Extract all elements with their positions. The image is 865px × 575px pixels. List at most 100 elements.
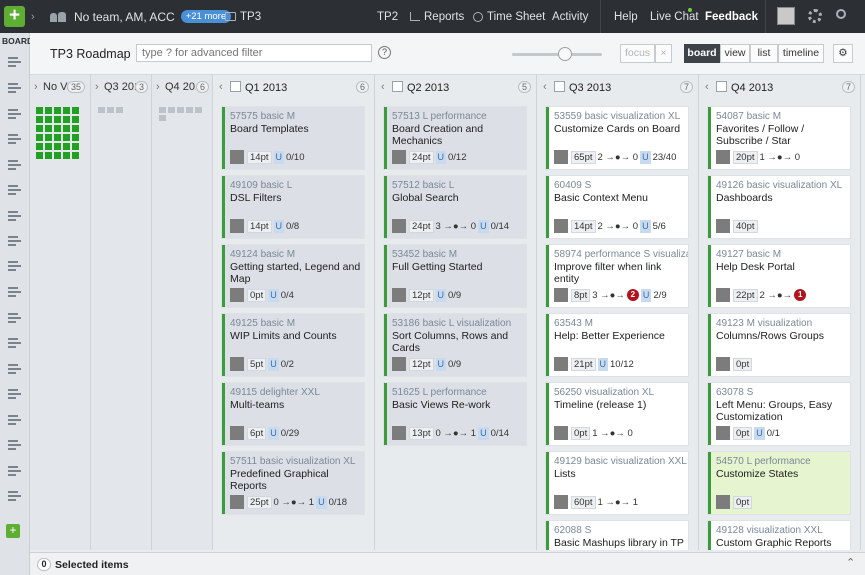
story-card[interactable]: 49128 visualization XXL Custom Graphic Re… [708,521,850,550]
column-select-checkbox[interactable] [392,81,403,92]
zoom-slider-track[interactable] [512,53,602,56]
assignee-avatar[interactable] [230,495,244,509]
view-icon[interactable] [8,185,21,195]
chevron-right-icon[interactable]: › [156,81,160,93]
view-icon[interactable] [8,440,21,450]
more-badge[interactable]: +21 more [180,10,232,23]
story-card[interactable]: 63543 M Help: Better Experience 21pt U 10/12 [546,314,688,376]
assignee-avatar[interactable] [392,357,406,371]
collapsed-column-q3[interactable]: › Q3 201 3 [91,75,152,550]
close-icon[interactable]: × [655,44,672,63]
view-timeline-button[interactable]: timeline [778,44,824,63]
story-card[interactable]: 60409 S Basic Context Menu 14pt 2 →●→ 0 U 5/6 [546,176,688,238]
story-card[interactable]: 49127 basic M Help Desk Portal 22pt 2 →●→ 1 [708,245,850,307]
focus-button[interactable]: focus [620,44,655,63]
story-card[interactable]: 49125 basic M WIP Limits and Counts 5pt U 0/… [222,314,364,376]
assignee-avatar[interactable] [230,357,244,371]
view-board-button[interactable]: board [684,44,720,63]
assignee-avatar[interactable] [554,219,568,233]
chevron-up-icon[interactable]: ⌃ [846,556,855,569]
assignee-avatar[interactable] [230,288,244,302]
assignee-avatar[interactable] [392,288,406,302]
story-card[interactable]: 49126 basic visualization XL Dashboards 40… [708,176,850,238]
story-card[interactable]: 58974 performance S visualizationImprove… [546,245,688,307]
story-card[interactable]: 53186 basic L visualization Sort Columns,… [384,314,526,376]
column-header[interactable]: › Q4 201 6 [152,75,212,99]
add-button[interactable]: + [4,6,25,27]
assignee-avatar[interactable] [230,219,244,233]
story-card[interactable]: 54570 L performance Customize States 0pt [708,452,850,514]
story-card[interactable]: 57512 basic L Global Search 24pt 3 →●→ 0 U 0/… [384,176,526,238]
live-chat-link[interactable]: Live Chat [650,0,699,33]
story-card[interactable]: 63078 S Left Menu: Groups, Easy Customiza… [708,383,850,445]
chevron-right-icon[interactable]: › [34,81,38,93]
assignee-avatar[interactable] [554,357,568,371]
assignee-avatar[interactable] [554,495,568,509]
view-icon[interactable] [8,160,21,170]
chevron-right-icon[interactable]: › [31,0,35,33]
filter-input[interactable] [136,44,372,62]
view-icon[interactable] [8,287,21,297]
view-icon[interactable] [8,313,21,323]
story-card[interactable]: 49109 basic L DSL Filters 14pt U 0/8 [222,176,364,238]
story-card[interactable]: 53559 basic visualization XL Customize Ca… [546,107,688,169]
collapsed-column-no-value[interactable]: › No Va 35 [30,75,91,550]
assignee-avatar[interactable] [716,288,730,302]
collapsed-column-q4[interactable]: › Q4 201 6 [152,75,213,550]
help-icon[interactable]: ? [378,46,391,59]
assignee-avatar[interactable] [716,495,730,509]
assignee-avatar[interactable] [230,426,244,440]
story-card[interactable]: 62088 S Basic Mashups library in TP [546,521,688,550]
user-avatar[interactable] [777,7,795,25]
view-icon[interactable] [8,261,21,271]
view-icon[interactable] [8,83,21,93]
view-icon[interactable] [8,134,21,144]
view-list-button[interactable]: list [750,44,778,63]
story-card[interactable]: 49123 M visualization Columns/Rows Groups… [708,314,850,376]
story-card[interactable]: 57513 L performance Board Creation and Me… [384,107,526,169]
view-view-button[interactable]: view [720,44,750,63]
assignee-avatar[interactable] [392,150,406,164]
sidebar-add-button[interactable]: + [6,524,20,538]
assignee-avatar[interactable] [554,150,568,164]
story-card[interactable]: 49129 basic visualization XXL Lists 60pt 1 … [546,452,688,514]
view-icon[interactable] [8,109,21,119]
help-link[interactable]: Help [614,0,638,33]
search-icon[interactable] [836,9,846,19]
column-header[interactable]: › No Va 35 [30,75,90,99]
assignee-avatar[interactable] [716,357,730,371]
project-selector[interactable]: TP3 [225,0,261,33]
assignee-avatar[interactable] [392,219,406,233]
assignee-avatar[interactable] [716,219,730,233]
settings-gear-icon[interactable]: ⚙ [833,44,853,63]
chevron-left-icon[interactable]: ‹ [705,81,709,93]
story-card[interactable]: 56250 visualization XL Timeline (release … [546,383,688,445]
story-card[interactable]: 53452 basic M Full Getting Started 12pt U 0/… [384,245,526,307]
gear-icon[interactable] [808,9,822,23]
view-icon[interactable] [8,338,21,348]
assignee-avatar[interactable] [716,150,730,164]
zoom-slider-handle[interactable] [558,47,572,61]
feedback-link[interactable]: Feedback [705,0,758,33]
assignee-avatar[interactable] [554,288,568,302]
chevron-left-icon[interactable]: ‹ [381,81,385,93]
scope-selector[interactable]: No team, AM, ACC +21 more [50,0,232,33]
column-select-checkbox[interactable] [230,81,241,92]
assignee-avatar[interactable] [230,150,244,164]
assignee-avatar[interactable] [392,426,406,440]
view-icon[interactable] [8,57,21,67]
chevron-left-icon[interactable]: ‹ [543,81,547,93]
column-select-checkbox[interactable] [554,81,565,92]
nav-tp2[interactable]: TP2 [377,0,398,33]
view-icon[interactable] [8,236,21,246]
view-icon[interactable] [8,211,21,221]
view-icon[interactable] [8,415,21,425]
view-icon[interactable] [8,389,21,399]
story-card[interactable]: 49115 delighter XXL Multi-teams 6pt U 0/29 [222,383,364,445]
story-card[interactable]: 51625 L performance Basic Views Re-work 13… [384,383,526,445]
chevron-right-icon[interactable]: › [95,81,99,93]
story-card[interactable]: 54087 basic M Favorites / Follow / Subscr… [708,107,850,169]
chevron-left-icon[interactable]: ‹ [219,81,223,93]
story-card[interactable]: 49124 basic M Getting started, Legend and… [222,245,364,307]
selected-items-label[interactable]: Selected items [55,559,129,571]
